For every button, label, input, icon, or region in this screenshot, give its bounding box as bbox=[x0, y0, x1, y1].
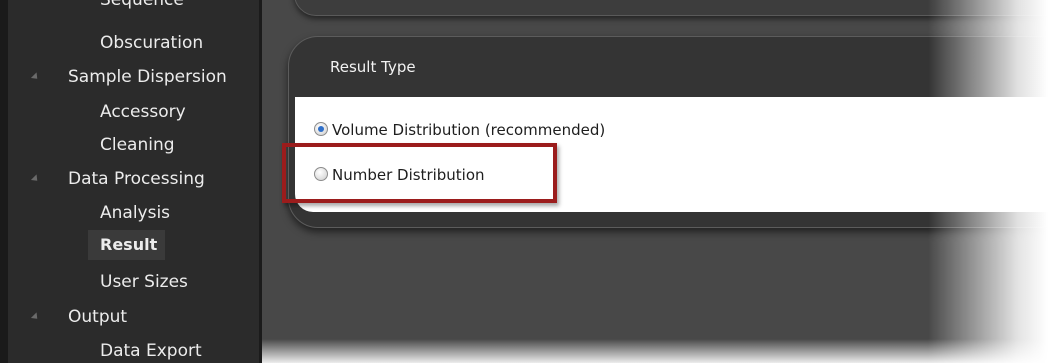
expand-arrow-icon[interactable] bbox=[30, 174, 41, 184]
settings-navigation-tree: Sequence Obscuration Sample Dispersion A… bbox=[0, 0, 262, 363]
radio-selected-icon[interactable] bbox=[314, 122, 328, 136]
tree-item-obscuration[interactable]: Obscuration bbox=[100, 28, 203, 58]
sidebar-edge bbox=[0, 0, 8, 363]
volume-distribution-option[interactable]: Volume Distribution (recommended) bbox=[314, 118, 605, 142]
volume-distribution-label: Volume Distribution (recommended) bbox=[332, 121, 606, 139]
tree-item-sequence[interactable]: Sequence bbox=[100, 0, 184, 15]
app-window: Sequence Obscuration Sample Dispersion A… bbox=[0, 0, 1048, 363]
tree-item-cleaning[interactable]: Cleaning bbox=[100, 130, 175, 160]
tree-item-result[interactable]: Result bbox=[88, 230, 166, 260]
tree-item-analysis[interactable]: Analysis bbox=[100, 198, 170, 228]
expand-arrow-icon[interactable] bbox=[30, 72, 41, 82]
tree-item-data-processing[interactable]: Data Processing bbox=[68, 164, 205, 194]
tree-item-output[interactable]: Output bbox=[68, 302, 127, 332]
tree-item-user-sizes[interactable]: User Sizes bbox=[100, 267, 188, 297]
tree-item-sample-dispersion[interactable]: Sample Dispersion bbox=[68, 62, 227, 92]
result-type-title: Result Type bbox=[330, 58, 416, 76]
tree-item-data-export[interactable]: Data Export bbox=[100, 336, 202, 363]
previous-settings-group bbox=[294, 0, 1048, 16]
callout-highlight-box bbox=[282, 143, 557, 203]
expand-arrow-icon[interactable] bbox=[30, 312, 41, 322]
tree-item-accessory[interactable]: Accessory bbox=[100, 97, 186, 127]
